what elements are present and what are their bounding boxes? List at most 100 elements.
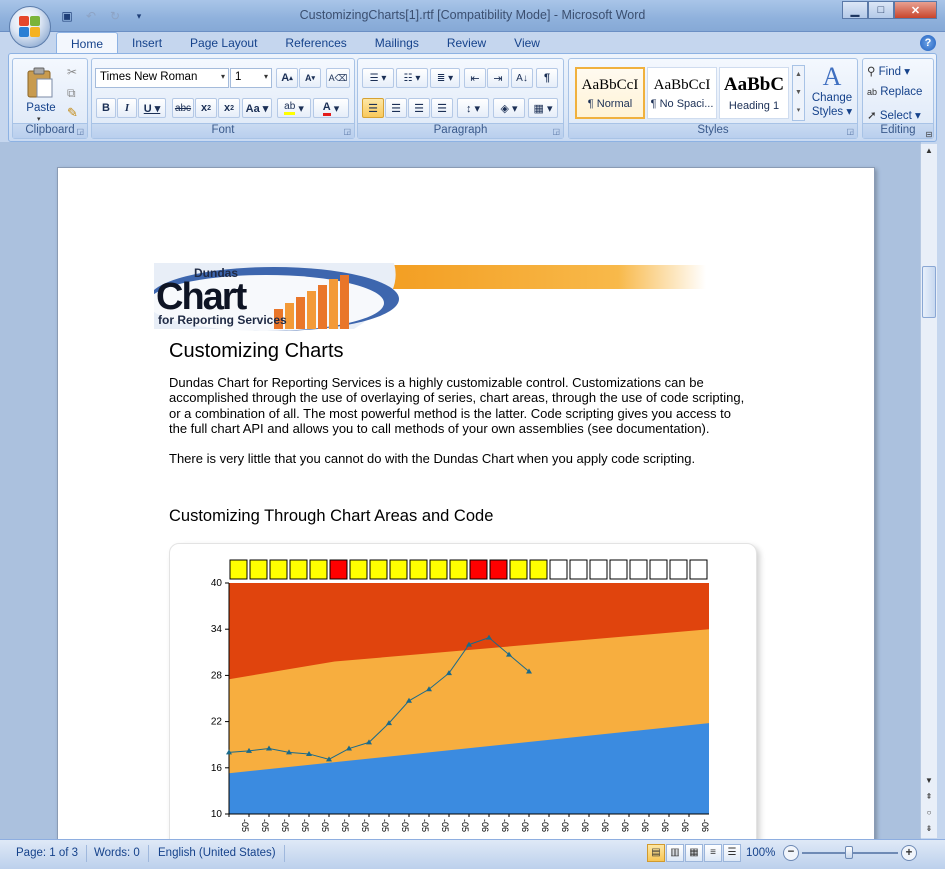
align-right-button[interactable]: ☰ xyxy=(408,98,430,118)
print-layout-view-icon[interactable]: ▤ xyxy=(647,844,665,862)
line-spacing-button[interactable]: ↕ ▾ xyxy=(457,98,489,118)
superscript-button[interactable]: x2 xyxy=(218,98,240,118)
browse-object-icon[interactable]: ○ xyxy=(921,808,937,822)
y-tick-label: 16 xyxy=(211,763,223,774)
zoom-level[interactable]: 100% xyxy=(746,845,775,862)
select-button[interactable]: ➚ Select ▾ xyxy=(867,108,921,122)
close-button[interactable]: ✕ xyxy=(894,1,937,19)
align-center-button[interactable]: ☰ xyxy=(385,98,407,118)
copy-icon[interactable]: ⧉ xyxy=(67,86,76,101)
style-no-spacing[interactable]: AaBbCcI ¶ No Spaci... xyxy=(647,67,717,119)
font-color-button[interactable]: A ▾ xyxy=(313,98,349,118)
sort-button[interactable]: A↓ xyxy=(511,68,533,88)
x-tick-label: -05 xyxy=(260,819,270,832)
ruler-toggle-icon[interactable]: ⊟ xyxy=(921,130,937,144)
scroll-down-icon[interactable]: ▼ xyxy=(921,776,937,790)
clipboard-launcher-icon[interactable]: ◲ xyxy=(76,127,84,136)
shrink-font-button[interactable]: A ▾ xyxy=(299,68,321,88)
x-tick-label: -06 xyxy=(620,819,630,832)
paragraph-line: accomplished through the use of overlayi… xyxy=(169,390,745,406)
x-tick-label: -05 xyxy=(280,819,290,832)
draft-view-icon[interactable]: ☰ xyxy=(723,844,741,862)
highlight-color-button[interactable]: ab ▾ xyxy=(277,98,311,118)
scroll-down-icon[interactable]: ▼ xyxy=(793,84,804,102)
word-count[interactable]: Words: 0 xyxy=(86,845,149,862)
indicator-box xyxy=(229,559,248,580)
grow-font-button[interactable]: A ▴ xyxy=(276,68,298,88)
tab-view[interactable]: View xyxy=(500,32,554,54)
styles-group-label: Styles xyxy=(569,123,857,138)
web-layout-icon[interactable]: ▦ xyxy=(685,844,703,862)
find-button[interactable]: ⚲ Find ▾ xyxy=(867,64,910,78)
office-button[interactable] xyxy=(9,6,51,48)
zoom-out-icon[interactable]: − xyxy=(783,845,799,861)
tab-mailings[interactable]: Mailings xyxy=(361,32,433,54)
indicator-box xyxy=(609,559,628,580)
full-screen-reading-icon[interactable]: ▥ xyxy=(666,844,684,862)
strikethrough-button[interactable]: abc xyxy=(172,98,194,118)
underline-button[interactable]: U ▾ xyxy=(138,98,166,118)
change-case-button[interactable]: Aa ▾ xyxy=(242,98,272,118)
font-name-combo[interactable]: Times New Roman ▾ xyxy=(95,68,229,88)
x-tick-label: -06 xyxy=(500,819,510,832)
vertical-scrollbar[interactable]: ⊟ ▲ ▼ ⇞ ○ ⇟ xyxy=(920,130,937,838)
indicator-box xyxy=(429,559,448,580)
paragraph-line: the full chart API and allows you to cal… xyxy=(169,420,710,436)
next-page-icon[interactable]: ⇟ xyxy=(921,824,937,838)
style-normal[interactable]: AaBbCcI ¶ Normal xyxy=(575,67,645,119)
window-title: CustomizingCharts[1].rtf [Compatibility … xyxy=(299,8,646,22)
more-styles-icon[interactable]: ▾ xyxy=(793,102,804,120)
indicator-box xyxy=(569,559,588,580)
justify-button[interactable]: ☰ xyxy=(431,98,453,118)
clear-formatting-button[interactable]: A⌫ xyxy=(326,68,350,88)
italic-button[interactable]: I xyxy=(117,98,137,118)
shading-button[interactable]: ◈ ▾ xyxy=(493,98,525,118)
cut-icon[interactable]: ✂ xyxy=(67,65,77,79)
increase-indent-button[interactable]: ⇥ xyxy=(487,68,509,88)
format-painter-icon[interactable]: ✎ xyxy=(67,105,78,121)
change-styles-button[interactable]: A Change Styles ▾ xyxy=(809,62,855,122)
style-heading-1[interactable]: AaBbC Heading 1 xyxy=(719,67,789,119)
chevron-down-icon: ▾ xyxy=(220,72,225,81)
tab-home[interactable]: Home xyxy=(56,32,119,54)
tab-page-layout[interactable]: Page Layout xyxy=(176,32,271,54)
paragraph-launcher-icon[interactable]: ◲ xyxy=(552,127,560,136)
bullets-button[interactable]: ☰ ▾ xyxy=(362,68,394,88)
indicator-box xyxy=(449,559,468,580)
scroll-up-icon[interactable]: ▲ xyxy=(921,146,937,160)
paste-button[interactable]: Paste ▾ xyxy=(15,61,63,123)
document-page[interactable]: Dundas Chart for Reporting Services Cust… xyxy=(57,167,875,867)
tab-insert[interactable]: Insert xyxy=(118,32,176,54)
office-logo-icon xyxy=(19,16,41,38)
scroll-thumb[interactable] xyxy=(922,266,936,318)
previous-page-icon[interactable]: ⇞ xyxy=(921,792,937,806)
subscript-button[interactable]: x2 xyxy=(195,98,217,118)
styles-launcher-icon[interactable]: ◲ xyxy=(846,127,854,136)
borders-button[interactable]: ▦ ▾ xyxy=(528,98,558,118)
indicator-box xyxy=(549,559,568,580)
replace-button[interactable]: ab Replace xyxy=(867,86,922,98)
tab-review[interactable]: Review xyxy=(433,32,500,54)
minimize-button[interactable]: ▁ xyxy=(842,1,868,19)
zoom-slider-thumb[interactable] xyxy=(845,846,853,859)
x-tick-label: -05 xyxy=(420,819,430,832)
multilevel-list-button[interactable]: ≣ ▾ xyxy=(430,68,460,88)
outline-view-icon[interactable]: ≡ xyxy=(704,844,722,862)
font-launcher-icon[interactable]: ◲ xyxy=(343,127,351,136)
zoom-slider[interactable] xyxy=(802,846,898,859)
help-icon[interactable]: ? xyxy=(920,35,936,51)
align-left-button[interactable]: ☰ xyxy=(362,98,384,118)
bold-button[interactable]: B xyxy=(96,98,116,118)
x-tick-label: -06 xyxy=(600,819,610,832)
language-indicator[interactable]: English (United States) xyxy=(150,845,285,862)
show-formatting-button[interactable]: ¶ xyxy=(536,68,558,88)
numbering-button[interactable]: ☷ ▾ xyxy=(396,68,428,88)
page-count[interactable]: Page: 1 of 3 xyxy=(8,845,88,862)
decrease-indent-button[interactable]: ⇤ xyxy=(464,68,486,88)
scroll-up-icon[interactable]: ▲ xyxy=(793,66,804,84)
maximize-button[interactable]: □ xyxy=(868,1,894,19)
tab-references[interactable]: References xyxy=(271,32,360,54)
clipboard-group: Paste ▾ ✂ ⧉ ✎ Clipboard ◲ xyxy=(12,58,88,139)
font-size-combo[interactable]: 1 ▾ xyxy=(230,68,272,88)
zoom-in-icon[interactable]: + xyxy=(901,845,917,861)
